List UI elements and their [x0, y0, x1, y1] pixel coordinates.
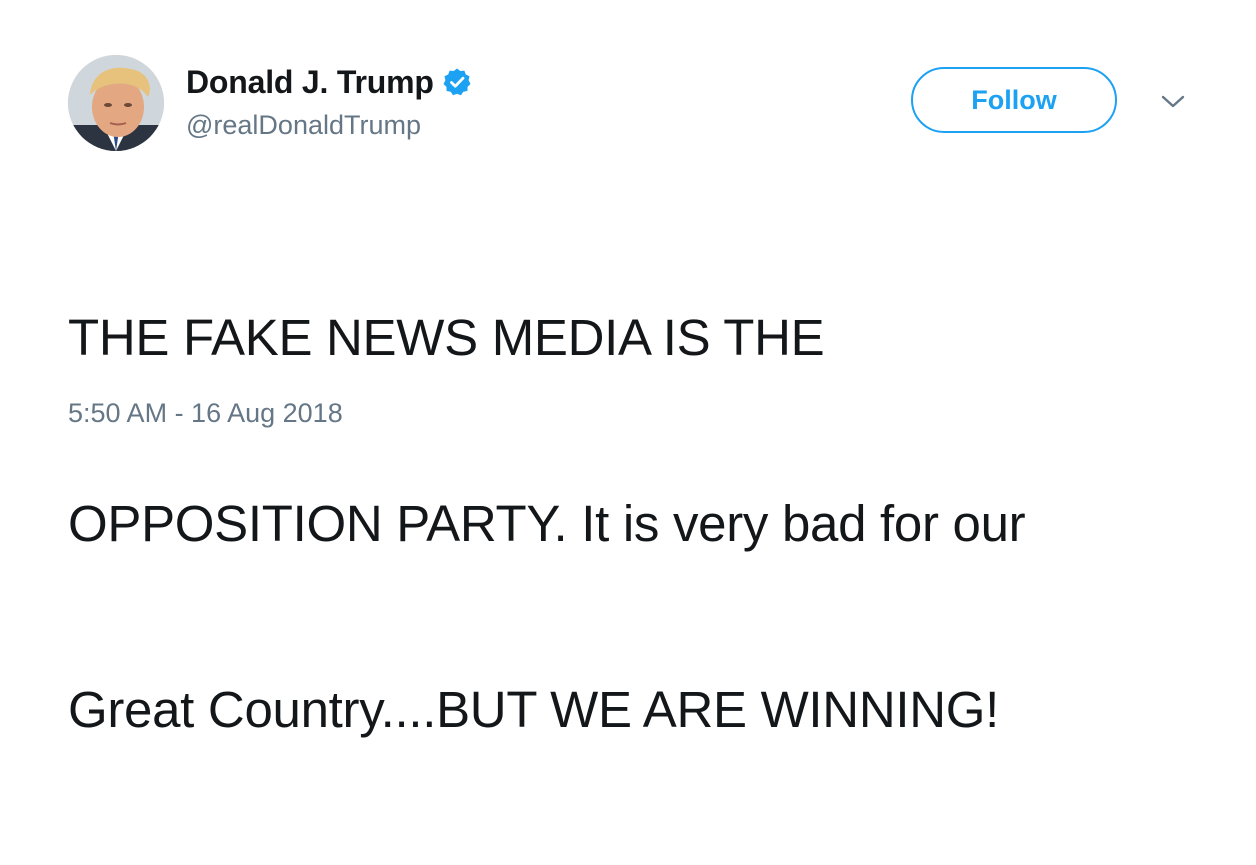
tweet-card: Donald J. Trump @realDonaldTrump Follow … [0, 0, 1256, 738]
author-display-name[interactable]: Donald J. Trump [186, 64, 434, 101]
tweet-text: THE FAKE NEWS MEDIA IS THE OPPOSITION PA… [68, 183, 1208, 865]
verified-badge-icon [442, 67, 472, 97]
avatar[interactable] [68, 55, 164, 151]
tweet-text-line: OPPOSITION PARTY. It is very bad for our [68, 495, 1026, 552]
author-name-row: Donald J. Trump [186, 62, 472, 102]
tweet-text-line: Great Country....BUT WE ARE WINNING! [68, 681, 999, 738]
avatar-image [68, 55, 164, 151]
author-handle[interactable]: @realDonaldTrump [186, 110, 421, 141]
follow-button[interactable]: Follow [911, 67, 1117, 133]
tweet-text-line: THE FAKE NEWS MEDIA IS THE [68, 309, 825, 366]
tweet-timestamp[interactable]: 5:50 AM - 16 Aug 2018 [68, 398, 343, 429]
chevron-down-icon[interactable] [1158, 90, 1188, 114]
